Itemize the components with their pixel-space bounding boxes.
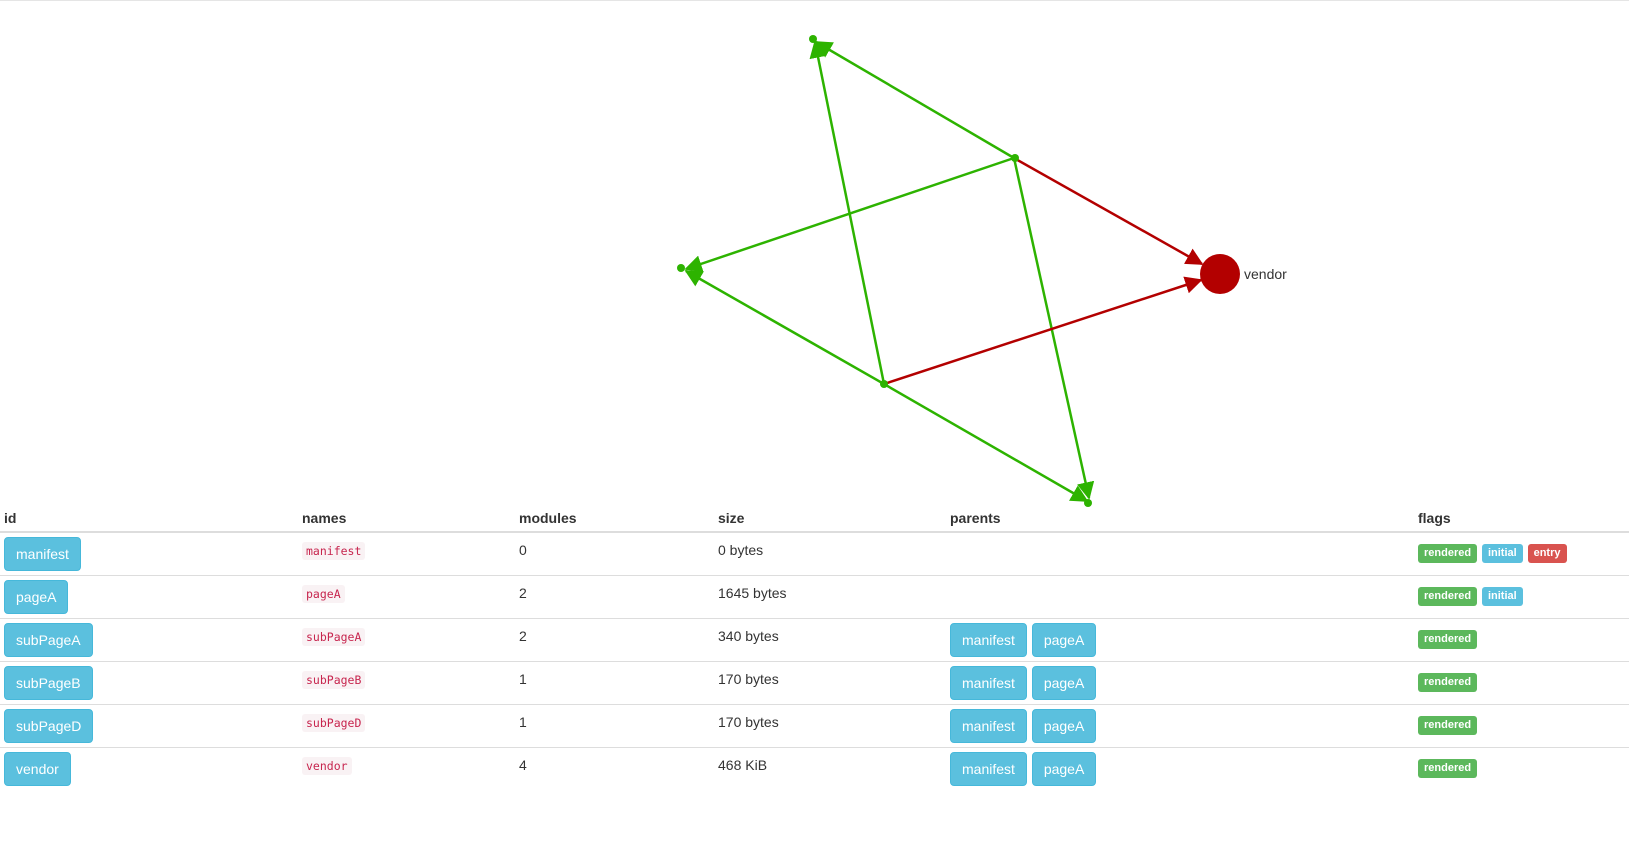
column-header-parents[interactable]: parents	[946, 505, 1414, 533]
cell-flags: rendered	[1414, 617, 1629, 661]
graph-node-manifest[interactable]	[880, 380, 888, 388]
table-row: subPageA subPageA 2 340 bytes manifest pageA…	[0, 617, 1629, 661]
table-row: pageA pageA 2 1645 bytes rendered initial	[0, 574, 1629, 618]
cell-parents: manifest pageA	[946, 703, 1414, 747]
chunk-id-button[interactable]: pageA	[4, 579, 69, 614]
cell-id: subPageD	[0, 703, 298, 747]
cell-flags: rendered	[1414, 660, 1629, 704]
cell-id: subPageA	[0, 617, 298, 661]
cell-flags: rendered initial entry	[1414, 531, 1629, 575]
cell-parents: manifest pageA	[946, 617, 1414, 661]
parent-chunk-button[interactable]: manifest	[950, 751, 1027, 786]
column-header-flags[interactable]: flags	[1414, 505, 1629, 533]
cell-size: 340 bytes	[714, 617, 946, 661]
cell-size: 1645 bytes	[714, 574, 946, 618]
cell-parents: manifest pageA	[946, 660, 1414, 704]
chunk-name: pageA	[302, 584, 345, 603]
chunk-name: subPageA	[302, 627, 366, 646]
cell-flags: rendered initial	[1414, 574, 1629, 618]
chunk-id-button[interactable]: manifest	[4, 537, 81, 571]
graph-edge	[684, 269, 885, 386]
graph-node-subpage[interactable]	[677, 264, 685, 272]
chunk-name: manifest	[302, 542, 366, 560]
cell-modules: 1	[515, 703, 714, 747]
flag-badge: initial	[1481, 544, 1523, 563]
graph-node-subpage[interactable]	[809, 35, 817, 43]
column-header-size[interactable]: size	[714, 505, 946, 533]
table-row: vendor vendor 4 468 KiB manifest pageA rende…	[0, 746, 1629, 790]
cell-names: subPageD	[298, 703, 515, 747]
cell-parents	[946, 574, 1414, 618]
cell-id: subPageB	[0, 660, 298, 704]
cell-size: 170 bytes	[714, 660, 946, 704]
parent-chunk-button[interactable]: pageA	[1031, 708, 1097, 743]
parent-chunk-button[interactable]: pageA	[1031, 751, 1097, 786]
cell-id: manifest	[0, 531, 298, 575]
column-header-modules[interactable]: modules	[515, 505, 714, 533]
cell-flags: rendered	[1414, 703, 1629, 747]
chunk-id-button[interactable]: subPageA	[4, 622, 93, 657]
cell-size: 170 bytes	[714, 703, 946, 747]
cell-names: pageA	[298, 574, 515, 618]
parent-chunk-button[interactable]: manifest	[950, 622, 1027, 657]
cell-parents	[946, 531, 1414, 575]
cell-size: 468 KiB	[714, 746, 946, 790]
cell-modules: 0	[515, 531, 714, 575]
cell-modules: 4	[515, 746, 714, 790]
chunk-id-button[interactable]: subPageB	[4, 665, 93, 700]
chunk-name: vendor	[302, 756, 352, 775]
cell-names: vendor	[298, 746, 515, 790]
chunk-name: subPageB	[302, 670, 366, 689]
flag-badge: entry	[1527, 544, 1567, 563]
graph-node-vendor[interactable]	[1200, 254, 1240, 294]
chunk-name: subPageD	[302, 713, 366, 732]
chunk-id-button[interactable]: subPageD	[4, 708, 94, 743]
cell-modules: 2	[515, 574, 714, 618]
cell-names: subPageA	[298, 617, 515, 661]
cell-size: 0 bytes	[714, 531, 946, 575]
graph-edge	[883, 382, 1089, 503]
parent-chunk-button[interactable]: pageA	[1031, 665, 1097, 700]
table-row: subPageB subPageB 1 170 bytes manifest pageA…	[0, 660, 1629, 704]
chunk-id-button[interactable]: vendor	[4, 751, 71, 786]
graph-edge	[1013, 156, 1204, 266]
cell-modules: 1	[515, 660, 714, 704]
parent-chunk-button[interactable]: manifest	[950, 665, 1027, 700]
column-header-names[interactable]: names	[298, 505, 515, 533]
chunks-table: id names modules size parents flags mani…	[0, 505, 1629, 790]
graph-edge	[814, 40, 1015, 160]
flag-badge: rendered	[1418, 544, 1478, 563]
flag-badge: rendered	[1418, 758, 1478, 778]
graph-edge	[883, 276, 1203, 386]
cell-flags: rendered	[1414, 746, 1629, 790]
cell-id: vendor	[0, 746, 298, 790]
cell-names: manifest	[298, 531, 515, 575]
graph-node-pageA[interactable]	[1011, 154, 1019, 162]
parent-chunk-button[interactable]: manifest	[950, 708, 1027, 743]
cell-names: subPageB	[298, 660, 515, 704]
flag-badge: rendered	[1418, 629, 1478, 649]
cell-id: pageA	[0, 574, 298, 618]
cell-modules: 2	[515, 617, 714, 661]
graph-node-vendor-label: vendor	[1244, 266, 1287, 282]
column-header-id[interactable]: id	[0, 505, 298, 533]
chunk-graph[interactable]: vendor	[0, 0, 1629, 510]
parent-chunk-button[interactable]: pageA	[1031, 622, 1097, 657]
table-row: manifest manifest 0 0 bytes rendered initial…	[0, 531, 1629, 575]
table-header-row: id names modules size parents flags	[0, 505, 1629, 533]
flag-badge: rendered	[1418, 586, 1478, 606]
cell-parents: manifest pageA	[946, 746, 1414, 790]
table-row: subPageD subPageD 1 170 bytes manifest pageA…	[0, 703, 1629, 747]
flag-badge: rendered	[1418, 672, 1478, 692]
graph-edge	[809, 40, 886, 385]
flag-badge: rendered	[1418, 715, 1478, 735]
flag-badge: initial	[1481, 586, 1523, 606]
